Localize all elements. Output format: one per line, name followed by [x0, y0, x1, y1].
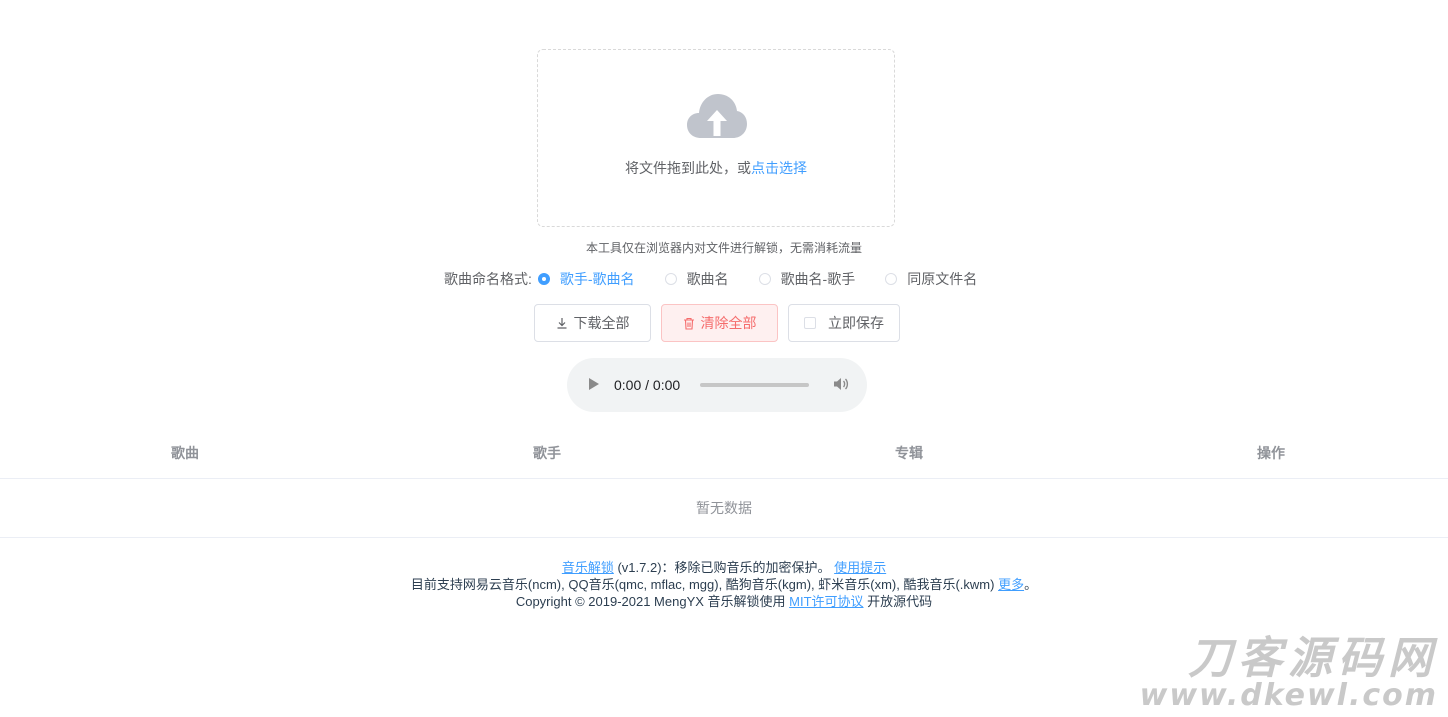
- radio-original-name[interactable]: 同原文件名: [885, 269, 977, 289]
- volume-icon[interactable]: [833, 376, 849, 397]
- watermark-title: 刀客源码网: [1188, 633, 1438, 684]
- column-album: 专辑: [895, 445, 923, 461]
- radio-circle[interactable]: [885, 273, 898, 285]
- license-link[interactable]: MIT许可协议: [789, 594, 863, 609]
- column-singer: 歌手: [533, 445, 561, 461]
- player-progress-bar[interactable]: [700, 383, 809, 387]
- upload-tip: 本工具仅在浏览器内对文件进行解锁，无需消耗流量: [585, 241, 862, 255]
- clear-all-label: 清除全部: [700, 315, 757, 331]
- footer: 音乐解锁 (v1.7.2)：移除已购音乐的加密保护。 使用提示 目前支持网易云音…: [0, 559, 1448, 610]
- usage-tips-link[interactable]: 使用提示: [834, 560, 886, 575]
- radio-label: 歌手-歌曲名: [559, 271, 635, 287]
- save-now-button[interactable]: 立即保存: [788, 304, 900, 342]
- table-empty-text: 暂无数据: [0, 479, 1448, 538]
- footer-line-version: 音乐解锁 (v1.7.2)：移除已购音乐的加密保护。 使用提示: [0, 559, 1448, 576]
- period-text: 。: [1024, 577, 1038, 592]
- naming-format-group: 歌曲命名格式: 歌手-歌曲名 歌曲名 歌曲名-歌手 同原文件名: [444, 269, 1007, 289]
- radio-song[interactable]: 歌曲名: [664, 269, 729, 289]
- radio-circle[interactable]: [758, 273, 771, 285]
- download-icon: [556, 317, 568, 329]
- radio-label: 歌曲名-歌手: [780, 271, 856, 287]
- trash-icon: [683, 317, 695, 330]
- table-header: 歌曲 歌手 专辑 操作: [0, 428, 1448, 479]
- naming-format-label: 歌曲命名格式:: [444, 271, 532, 287]
- upload-text: 将文件拖到此处，或点击选择: [538, 158, 894, 178]
- project-link[interactable]: 音乐解锁: [562, 560, 614, 575]
- radio-circle[interactable]: [537, 273, 550, 285]
- player-time: 0:00 / 0:00: [614, 377, 681, 393]
- save-now-checkbox[interactable]: [804, 317, 816, 329]
- action-buttons: 下载全部 清除全部 立即保存: [534, 304, 900, 342]
- cloud-upload-icon: [687, 94, 747, 138]
- column-song: 歌曲: [171, 445, 199, 461]
- radio-circle[interactable]: [664, 273, 677, 285]
- footer-line-copyright: Copyright © 2019-2021 MengYX 音乐解锁使用 MIT许…: [0, 593, 1448, 610]
- watermark: 刀客源码网 www.dkewl.com: [1140, 637, 1438, 711]
- download-all-button[interactable]: 下载全部: [534, 304, 651, 342]
- play-icon[interactable]: [588, 377, 600, 396]
- column-actions: 操作: [1257, 445, 1285, 461]
- radio-song-singer[interactable]: 歌曲名-歌手: [758, 269, 856, 289]
- more-link[interactable]: 更多: [998, 577, 1024, 592]
- radio-singer-song[interactable]: 歌手-歌曲名: [537, 269, 635, 289]
- download-all-label: 下载全部: [573, 315, 630, 331]
- upload-dropzone[interactable]: 将文件拖到此处，或点击选择: [537, 49, 895, 227]
- version-text: (v1.7.2)：移除已购音乐的加密保护。: [613, 560, 835, 575]
- audio-player: 0:00 / 0:00: [567, 358, 867, 412]
- radio-label: 同原文件名: [907, 271, 978, 287]
- radio-label: 歌曲名: [686, 271, 729, 287]
- open-source-text: 开放源代码: [863, 594, 933, 609]
- footer-line-support: 目前支持网易云音乐(ncm), QQ音乐(qmc, mflac, mgg), 酷…: [0, 576, 1448, 593]
- save-now-label: 立即保存: [828, 315, 884, 331]
- upload-select-link[interactable]: 点击选择: [751, 160, 807, 176]
- supported-formats-text: 目前支持网易云音乐(ncm), QQ音乐(qmc, mflac, mgg), 酷…: [410, 577, 999, 592]
- upload-text-prefix: 将文件拖到此处，或: [625, 160, 751, 176]
- copyright-text: Copyright © 2019-2021 MengYX 音乐解锁使用: [515, 594, 790, 609]
- watermark-url: www.dkewl.com: [1139, 678, 1438, 713]
- clear-all-button[interactable]: 清除全部: [661, 304, 778, 342]
